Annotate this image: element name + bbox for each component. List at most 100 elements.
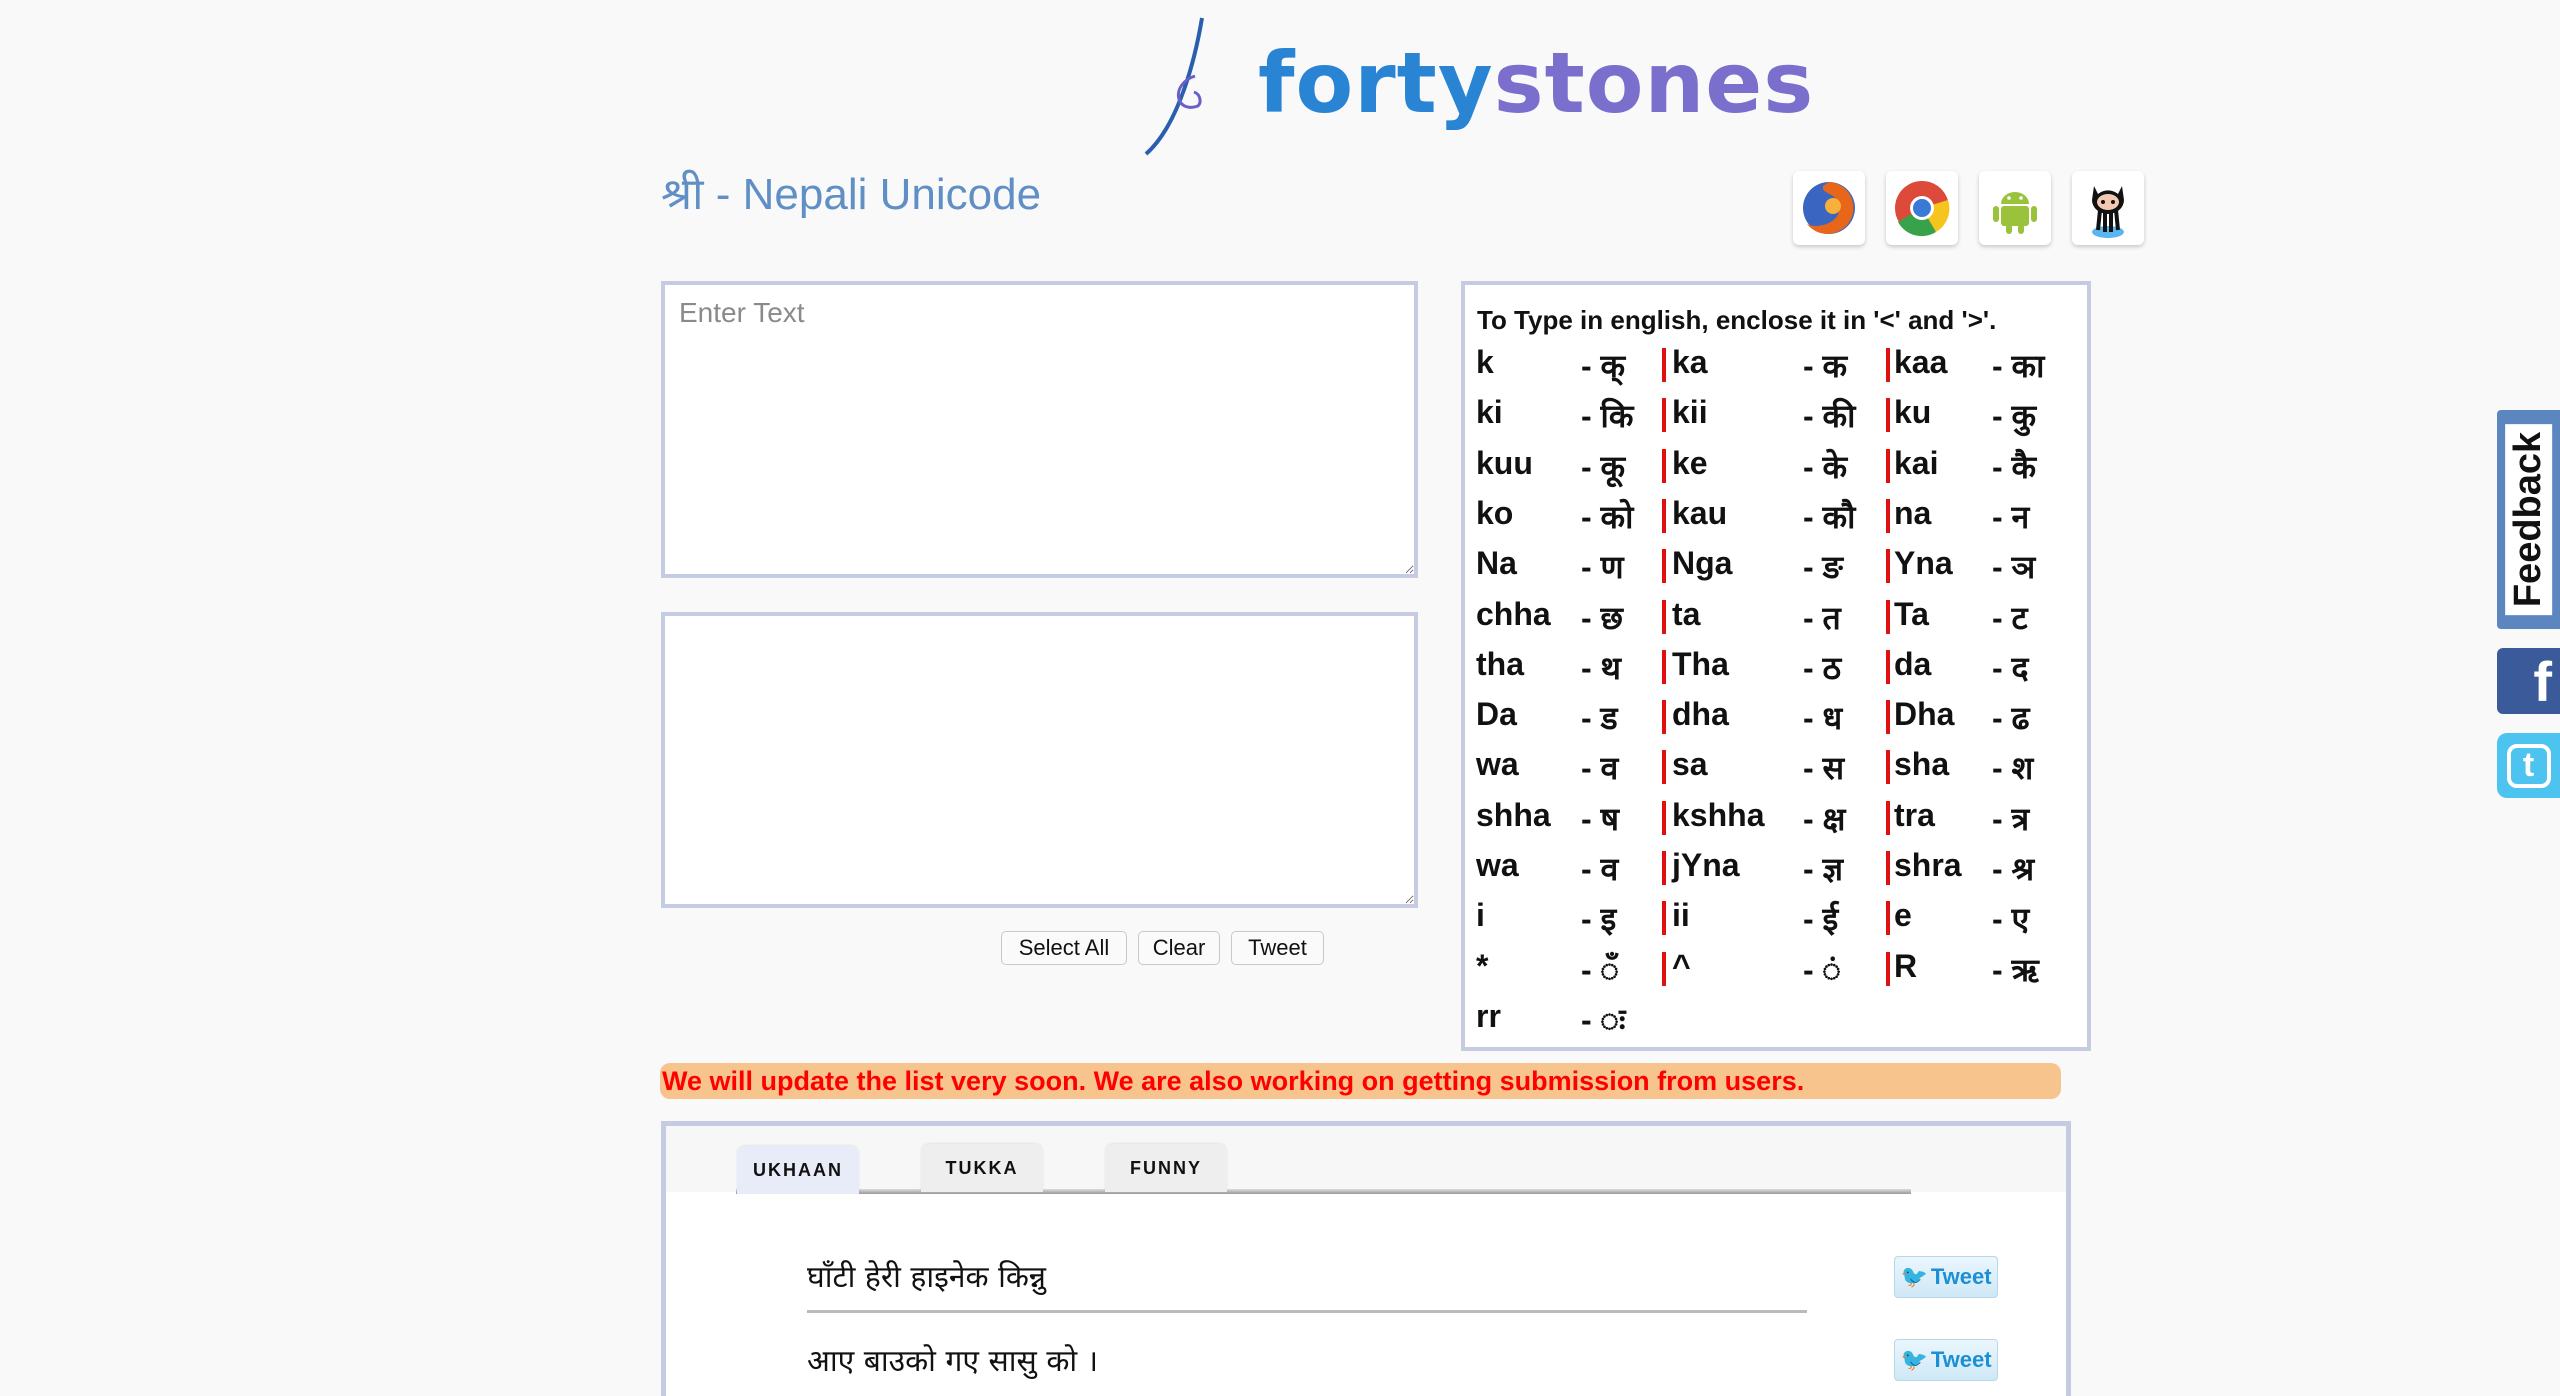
- mapping-value: - ँ: [1581, 951, 1619, 988]
- mapping-key: tra: [1894, 796, 1935, 833]
- mapping-row: shha - ष kshha - क्ष tra - त्र: [1465, 797, 2087, 847]
- mapping-value: - ऋ: [1992, 951, 2039, 988]
- tab-tukka[interactable]: TUKKA: [921, 1144, 1043, 1192]
- facebook-icon[interactable]: f: [2497, 648, 2560, 714]
- column-separator: [1662, 448, 1666, 483]
- mapping-value: - के: [1803, 448, 1848, 485]
- output-textarea[interactable]: [661, 612, 1418, 908]
- column-separator: [1886, 851, 1890, 885]
- mapping-key: kaa: [1894, 344, 1948, 380]
- mapping-value: - थ: [1581, 649, 1621, 686]
- column-separator: [1662, 498, 1666, 533]
- mapping-value: - ठ: [1803, 649, 1842, 686]
- select-all-button[interactable]: Select All: [1001, 931, 1127, 965]
- column-separator: [1662, 951, 1666, 986]
- quote-tweet-button[interactable]: 🐦 Tweet: [1894, 1256, 1998, 1298]
- mapping-row: k - क् ka - क kaa - का: [1465, 344, 2087, 394]
- notice-banner: We will update the list very soon. We ar…: [660, 1063, 2061, 1099]
- twitter-bird-icon: 🐦: [1900, 1347, 1928, 1372]
- quote-text: घाँटी हेरी हाइनेक किन्नु: [807, 1260, 1046, 1295]
- mapping-key: kau: [1672, 494, 1728, 531]
- column-separator: [1886, 750, 1890, 785]
- mapping-key: i: [1476, 897, 1485, 934]
- input-textarea[interactable]: [661, 281, 1418, 578]
- column-separator: [1886, 498, 1890, 533]
- column-separator: [1662, 348, 1666, 382]
- column-separator: [1662, 549, 1666, 584]
- mapping-key: e: [1894, 897, 1912, 934]
- column-separator: [1886, 398, 1890, 433]
- quote-tweet-button[interactable]: 🐦 Tweet: [1894, 1339, 1998, 1381]
- mapping-row: kuu - कू ke - के kai - कै: [1465, 445, 2087, 495]
- column-separator: [1886, 649, 1890, 684]
- mapping-key: Da: [1476, 696, 1517, 733]
- mapping-value: - न: [1992, 498, 2030, 535]
- tab-underline: [736, 1189, 1911, 1194]
- mapping-key: kai: [1894, 444, 1939, 481]
- mapping-value: - की: [1803, 398, 1856, 435]
- column-separator: [1886, 901, 1890, 936]
- mapping-value: - ट: [1992, 599, 2028, 636]
- quote-text: आए बाउको गए सासु को ।: [807, 1344, 1099, 1379]
- mapping-value: - क: [1803, 348, 1848, 384]
- feedback-tab[interactable]: Feedback: [2497, 410, 2560, 629]
- mapping-row: tha - थ Tha - ठ da - द: [1465, 646, 2087, 696]
- mapping-value: - त्र: [1992, 800, 2030, 837]
- column-separator: [1662, 599, 1666, 634]
- mapping-value: - का: [1992, 348, 2045, 384]
- mapping-key: ke: [1672, 444, 1708, 481]
- twitter-icon[interactable]: t: [2497, 733, 2560, 798]
- mapping-value: - ञ: [1992, 549, 2036, 586]
- mapping-value: - को: [1581, 498, 1634, 535]
- column-separator: [1886, 951, 1890, 986]
- mapping-key: Na: [1476, 545, 1517, 582]
- mapping-value: - ड: [1581, 700, 1618, 737]
- mapping-row: ki - कि kii - की ku - कु: [1465, 394, 2087, 444]
- mapping-key: Tha: [1672, 645, 1729, 682]
- mapping-value: - ई: [1803, 901, 1839, 938]
- mapping-value: - कौ: [1803, 498, 1856, 535]
- mapping-row: * - ँ ^ - ं R - ऋ: [1465, 948, 2087, 998]
- clear-button[interactable]: Clear: [1138, 931, 1220, 965]
- mapping-row: i - इ ii - ई e - ए: [1465, 897, 2087, 947]
- mapping-row: Da - ड dha - ध Dha - ढ: [1465, 696, 2087, 746]
- mapping-value: - इ: [1581, 901, 1617, 938]
- mapping-value: - द: [1992, 649, 2029, 686]
- tweet-button[interactable]: Tweet: [1231, 931, 1324, 965]
- fortystones-logo[interactable]: fortystones: [1140, 14, 1813, 159]
- mapping-key: ku: [1894, 394, 1932, 431]
- column-separator: [1886, 448, 1890, 483]
- tab-funny[interactable]: FUNNY: [1105, 1144, 1227, 1192]
- column-separator: [1886, 348, 1890, 382]
- mapping-value: - छ: [1581, 599, 1623, 636]
- mapping-key: da: [1894, 645, 1932, 682]
- mapping-value: - ण: [1581, 549, 1624, 586]
- mapping-key: shra: [1894, 847, 1962, 883]
- mapping-value: - श्र: [1992, 851, 2035, 887]
- firefox-icon: [1803, 182, 1855, 234]
- mapping-key: R: [1894, 947, 1918, 984]
- mapping-key: ii: [1672, 897, 1690, 934]
- mapping-value: - व: [1581, 750, 1619, 787]
- tab-bar: UKHAAN TUKKA FUNNY: [666, 1126, 2066, 1194]
- mapping-value: - कै: [1992, 448, 2037, 485]
- feedback-label: Feedback: [2505, 423, 2552, 616]
- quotes-panel: UKHAAN TUKKA FUNNY घाँटी हेरी हाइनेक किन…: [661, 1121, 2071, 1396]
- mapping-key: rr: [1476, 997, 1501, 1034]
- chrome-extension-link[interactable]: [1886, 171, 1958, 245]
- tab-ukhaan[interactable]: UKHAAN: [737, 1146, 859, 1194]
- mapping-key: ko: [1476, 494, 1514, 531]
- firefox-extension-link[interactable]: [1793, 171, 1865, 245]
- mapping-value: - स: [1803, 750, 1845, 787]
- column-separator: [1662, 398, 1666, 433]
- android-app-link[interactable]: [1979, 171, 2051, 245]
- tweet-label: Tweet: [1930, 1347, 1992, 1372]
- logo-mark-icon: [1144, 17, 1204, 156]
- mapping-value: - ध: [1803, 700, 1843, 737]
- mapping-key: ta: [1672, 595, 1701, 632]
- github-link[interactable]: [2072, 171, 2144, 245]
- quote-divider: [807, 1310, 1807, 1313]
- mapping-key: kii: [1672, 394, 1708, 431]
- logo-text-stones: stones: [1493, 34, 1815, 132]
- mapping-value: - क्: [1581, 348, 1626, 384]
